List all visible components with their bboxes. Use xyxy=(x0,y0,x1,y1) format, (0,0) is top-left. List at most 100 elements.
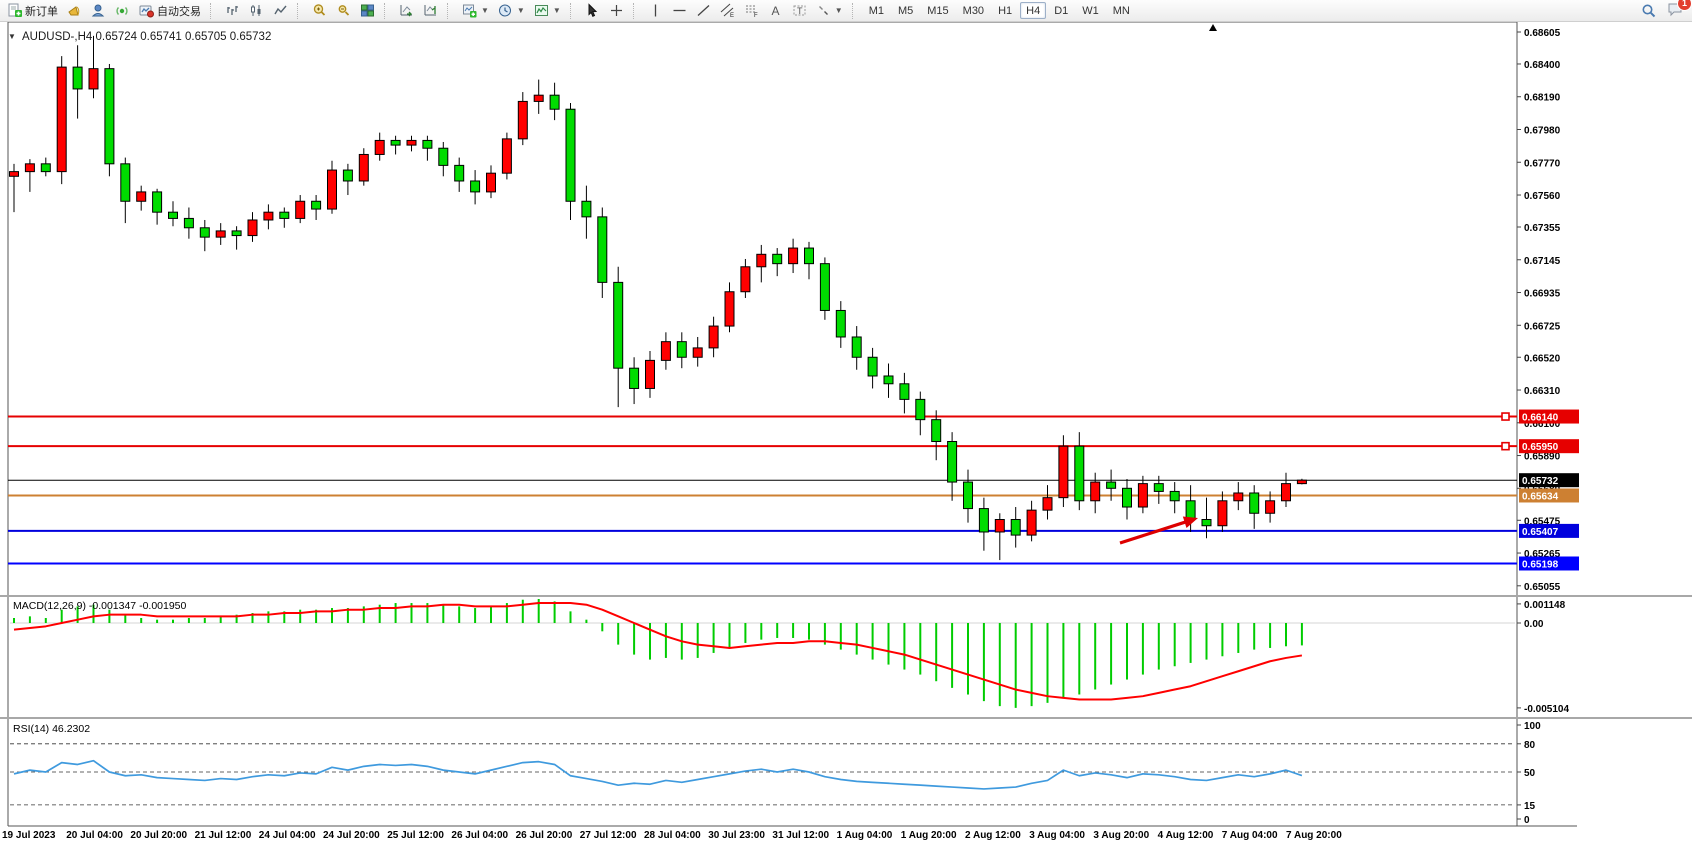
candle-body[interactable] xyxy=(375,140,384,154)
zoom-in-button[interactable] xyxy=(308,2,331,19)
candle-body[interactable] xyxy=(773,254,782,263)
candle-body[interactable] xyxy=(248,220,257,236)
zoom-out-button[interactable] xyxy=(332,2,355,19)
candle-body[interactable] xyxy=(343,170,352,181)
line-chart-button[interactable] xyxy=(269,2,292,19)
chart-shift-button[interactable] xyxy=(419,2,442,19)
auto-scroll-button[interactable] xyxy=(395,2,418,19)
arrows-tool-button[interactable]: ▼ xyxy=(812,2,847,19)
candle-body[interactable] xyxy=(805,248,814,264)
candle-body[interactable] xyxy=(41,164,50,172)
candle-body[interactable] xyxy=(1107,482,1116,488)
horn-button[interactable] xyxy=(63,2,86,19)
text-tool-button[interactable]: A xyxy=(764,2,787,19)
candle-body[interactable] xyxy=(487,173,496,192)
autotrading-button[interactable]: 自动交易 xyxy=(135,2,205,19)
candle-body[interactable] xyxy=(105,69,114,164)
candle-body[interactable] xyxy=(216,231,225,237)
timeframe-button-M1[interactable]: M1 xyxy=(863,2,890,19)
candle-body[interactable] xyxy=(518,101,527,138)
candle-body[interactable] xyxy=(1154,484,1163,492)
candle-body[interactable] xyxy=(1234,493,1243,501)
candle-body[interactable] xyxy=(789,248,798,264)
candle-body[interactable] xyxy=(1011,520,1020,536)
candle-body[interactable] xyxy=(264,212,273,220)
candle-body[interactable] xyxy=(471,181,480,192)
candle-body[interactable] xyxy=(677,342,686,358)
timeframe-button-H1[interactable]: H1 xyxy=(992,2,1018,19)
hline-drag-handle[interactable] xyxy=(1502,413,1509,420)
candle-body[interactable] xyxy=(200,228,209,237)
timeframe-button-M30[interactable]: M30 xyxy=(957,2,990,19)
profiles-button[interactable]: ▼ xyxy=(494,2,529,19)
candle-body[interactable] xyxy=(661,342,670,361)
candle-body[interactable] xyxy=(741,267,750,292)
candle-body[interactable] xyxy=(820,264,829,311)
chart-canvas[interactable]: 0.686050.684000.681900.679800.677700.675… xyxy=(0,22,1692,849)
candle-body[interactable] xyxy=(89,69,98,89)
candle-body[interactable] xyxy=(1123,488,1132,507)
candle-body[interactable] xyxy=(1091,482,1100,501)
candle-body[interactable] xyxy=(153,192,162,212)
candle-body[interactable] xyxy=(232,231,241,236)
candle-body[interactable] xyxy=(407,140,416,145)
candle-body[interactable] xyxy=(646,360,655,388)
candle-body[interactable] xyxy=(1186,501,1195,520)
timeframe-button-M15[interactable]: M15 xyxy=(921,2,954,19)
candle-body[interactable] xyxy=(502,139,511,173)
candle-body[interactable] xyxy=(614,282,623,368)
candle-body[interactable] xyxy=(121,164,130,201)
candle-body[interactable] xyxy=(1250,493,1259,513)
candle-body[interactable] xyxy=(1043,498,1052,510)
text-label-tool-button[interactable]: T xyxy=(788,2,811,19)
new-chart-button[interactable]: ▼ xyxy=(458,2,493,19)
candle-body[interactable] xyxy=(534,95,543,101)
candle-body[interactable] xyxy=(916,399,925,419)
candle-body[interactable] xyxy=(25,164,34,172)
candle-body[interactable] xyxy=(948,442,957,483)
candle-body[interactable] xyxy=(630,368,639,388)
candle-body[interactable] xyxy=(423,140,432,148)
candle-body[interactable] xyxy=(169,212,178,218)
notifications-button[interactable]: 1 xyxy=(1667,1,1684,20)
candle-body[interactable] xyxy=(1027,510,1036,535)
candle-body[interactable] xyxy=(598,217,607,283)
community-button[interactable] xyxy=(87,2,110,19)
candle-body[interactable] xyxy=(709,326,718,348)
candle-body[interactable] xyxy=(359,154,368,181)
candle-body[interactable] xyxy=(900,384,909,400)
candle-body[interactable] xyxy=(693,348,702,357)
candle-body[interactable] xyxy=(455,165,464,181)
candle-body[interactable] xyxy=(439,148,448,165)
candle-body[interactable] xyxy=(73,67,82,89)
search-icon[interactable] xyxy=(1641,3,1657,19)
timeframe-button-MN[interactable]: MN xyxy=(1107,2,1136,19)
pane-separator[interactable] xyxy=(0,717,1692,719)
candle-body[interactable] xyxy=(1282,484,1291,501)
candle-body[interactable] xyxy=(184,218,193,227)
candle-body[interactable] xyxy=(280,212,289,218)
candle-body[interactable] xyxy=(296,201,305,218)
candle-body[interactable] xyxy=(57,67,66,172)
timeframe-button-H4[interactable]: H4 xyxy=(1020,2,1046,19)
signals-button[interactable] xyxy=(111,2,134,19)
pane-separator[interactable] xyxy=(0,595,1692,597)
trendline-tool-button[interactable] xyxy=(692,2,715,19)
candle-body[interactable] xyxy=(757,254,766,266)
candle-body[interactable] xyxy=(1138,484,1147,507)
candle-body[interactable] xyxy=(1266,501,1275,513)
candle-body[interactable] xyxy=(582,201,591,217)
tile-windows-button[interactable] xyxy=(356,2,379,19)
candle-body[interactable] xyxy=(10,172,19,177)
bar-chart-button[interactable] xyxy=(221,2,244,19)
candle-body[interactable] xyxy=(550,95,559,109)
new-order-button[interactable]: 新订单 xyxy=(3,2,62,19)
candle-body[interactable] xyxy=(979,509,988,532)
vertical-line-tool-button[interactable] xyxy=(644,2,667,19)
candle-body[interactable] xyxy=(995,520,1004,532)
cursor-tool-button[interactable] xyxy=(581,2,604,19)
timeframe-button-D1[interactable]: D1 xyxy=(1048,2,1074,19)
channel-tool-button[interactable]: E xyxy=(716,2,739,19)
timeframe-button-W1[interactable]: W1 xyxy=(1076,2,1105,19)
fibonacci-tool-button[interactable]: F xyxy=(740,2,763,19)
